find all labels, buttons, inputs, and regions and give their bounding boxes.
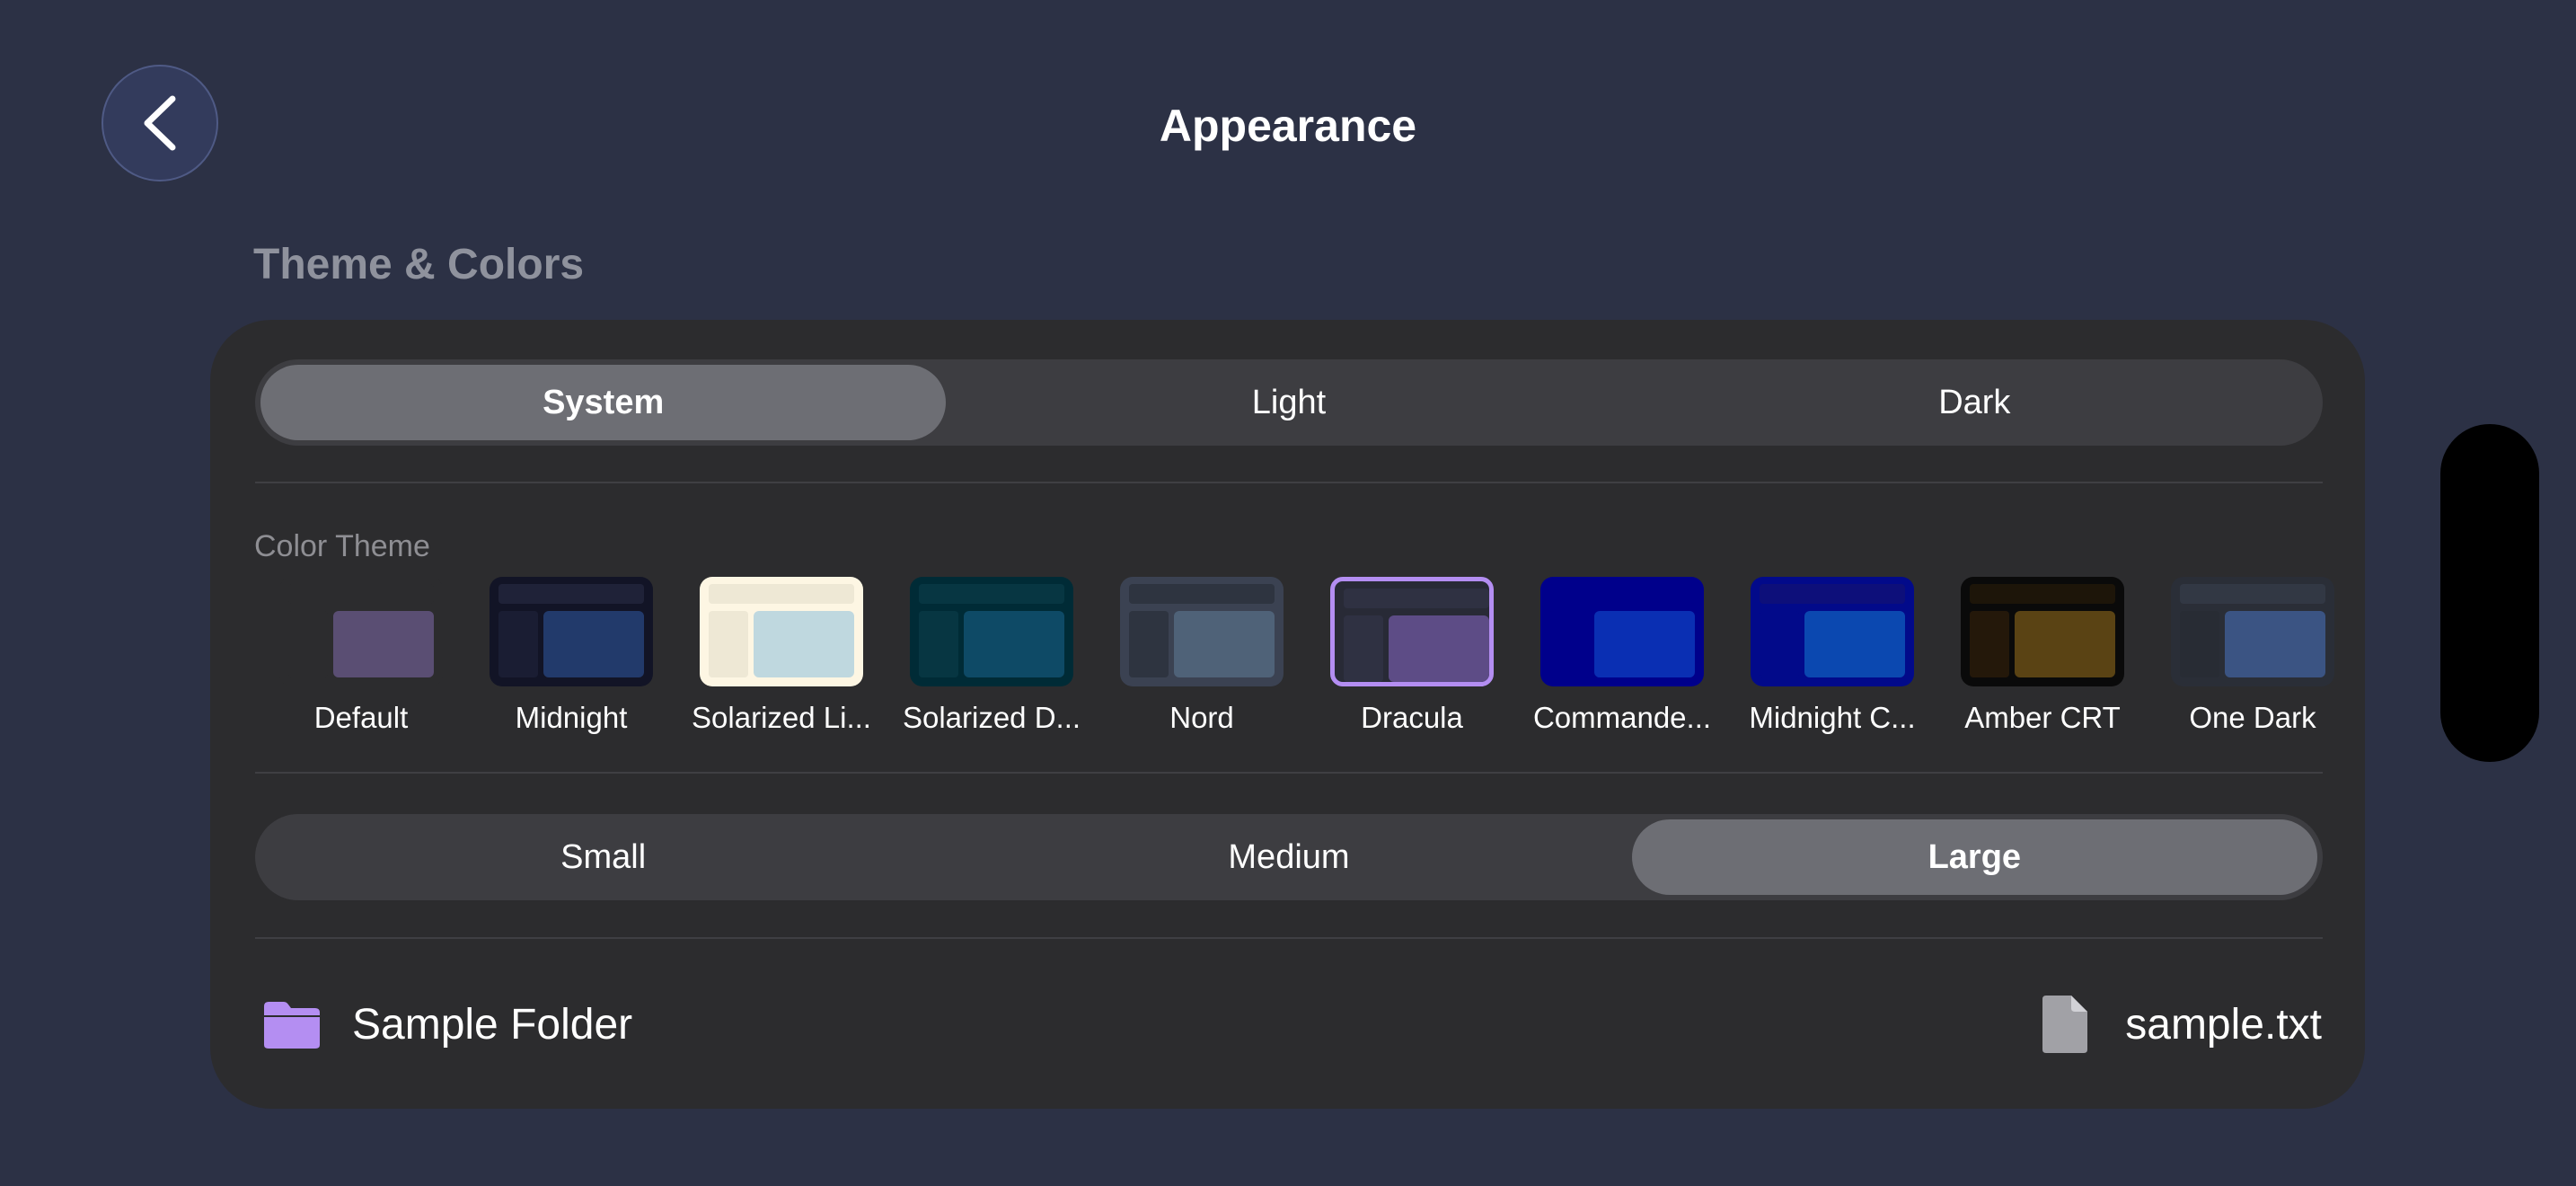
theme-option[interactable]: Solarized D... bbox=[897, 577, 1086, 757]
theme-option-label: Dracula bbox=[1361, 701, 1463, 734]
theme-option-label: Solarized D... bbox=[902, 701, 1081, 734]
theme-option[interactable]: Amber CRT bbox=[1948, 577, 2137, 757]
divider bbox=[255, 482, 2323, 483]
theme-preview-swatch bbox=[1120, 577, 1284, 686]
size-option-small[interactable]: Small bbox=[260, 819, 946, 895]
window-handle[interactable] bbox=[2440, 424, 2539, 762]
folder-icon bbox=[264, 1002, 320, 1049]
sample-file-item[interactable]: sample.txt bbox=[2041, 988, 2322, 1060]
divider bbox=[255, 772, 2323, 774]
theme-preview-swatch bbox=[1540, 577, 1704, 686]
theme-option-label: Midnight C... bbox=[1749, 701, 1916, 734]
theme-preview-swatch bbox=[910, 577, 1073, 686]
appearance-mode-control: System Light Dark bbox=[255, 359, 2323, 446]
section-title: Theme & Colors bbox=[253, 241, 585, 288]
theme-option[interactable]: Dracula bbox=[1318, 577, 1506, 757]
font-size-control: Small Medium Large bbox=[255, 814, 2323, 900]
size-option-large[interactable]: Large bbox=[1631, 819, 2317, 895]
sample-folder-item[interactable]: Sample Folder bbox=[260, 988, 632, 1060]
theme-preview-swatch bbox=[2171, 577, 2334, 686]
theme-option[interactable]: Commande... bbox=[1528, 577, 1716, 757]
theme-option-label: Commande... bbox=[1532, 701, 1712, 734]
color-theme-label: Color Theme bbox=[254, 529, 430, 563]
sample-file-label: sample.txt bbox=[2125, 1000, 2322, 1049]
theme-option-label: Amber CRT bbox=[1964, 701, 2121, 734]
theme-option[interactable]: Default bbox=[267, 577, 455, 757]
mode-option-light[interactable]: Light bbox=[946, 365, 1631, 440]
theme-option[interactable]: Nord bbox=[1107, 577, 1296, 757]
theme-option-label: Default bbox=[313, 701, 409, 734]
theme-option[interactable]: One Dark bbox=[2158, 577, 2347, 757]
theme-preview-swatch bbox=[1330, 577, 1494, 686]
theme-option-label: One Dark bbox=[2189, 701, 2316, 734]
theme-option-label: Solarized Li... bbox=[692, 701, 871, 734]
page-title: Appearance bbox=[1159, 101, 1417, 151]
theme-option[interactable]: Midnight bbox=[477, 577, 666, 757]
theme-option[interactable]: Midnight C... bbox=[1738, 577, 1927, 757]
theme-option[interactable]: Solarized Li... bbox=[687, 577, 876, 757]
mode-option-system[interactable]: System bbox=[260, 365, 947, 440]
theme-preview-swatch bbox=[1751, 577, 1914, 686]
mode-option-dark[interactable]: Dark bbox=[1632, 365, 2317, 440]
document-icon bbox=[2042, 996, 2088, 1053]
theme-colors-card: System Light Dark Color Theme Default Mid… bbox=[210, 320, 2365, 1109]
theme-preview-swatch bbox=[700, 577, 863, 686]
theme-preview-swatch bbox=[279, 577, 443, 686]
size-option-medium[interactable]: Medium bbox=[946, 819, 1631, 895]
theme-option-label: Nord bbox=[1169, 701, 1234, 734]
theme-option-label: Midnight bbox=[515, 701, 628, 734]
divider bbox=[255, 937, 2323, 939]
theme-preview-swatch bbox=[1961, 577, 2124, 686]
sample-folder-label: Sample Folder bbox=[352, 1000, 633, 1049]
theme-preview-swatch bbox=[490, 577, 653, 686]
color-theme-picker: Default Midnight Solarized Li... Solarized … bbox=[267, 577, 2334, 757]
